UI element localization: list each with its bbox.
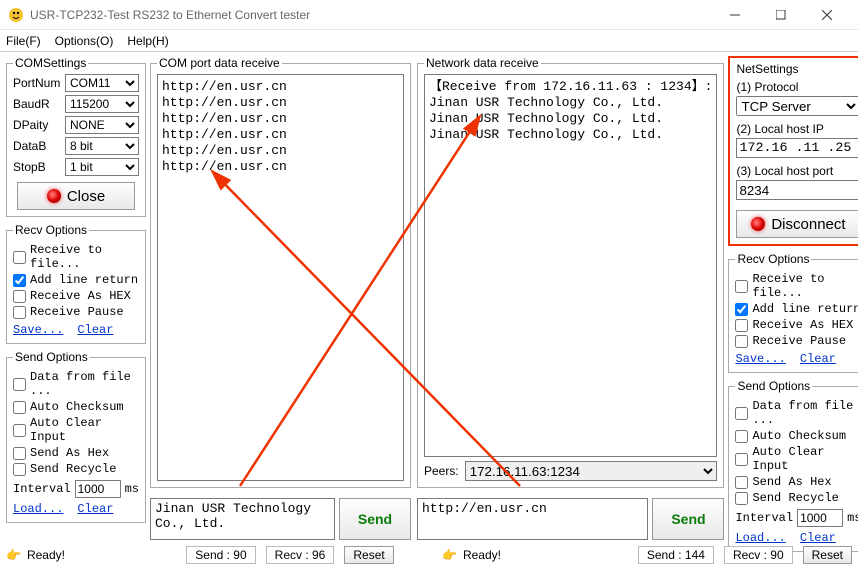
net-reset-button[interactable]: Reset — [803, 546, 852, 564]
recv-save-left[interactable]: Save... — [13, 323, 63, 337]
protocol-select[interactable]: TCP Server — [736, 96, 858, 116]
portnum-select[interactable]: COM11 — [65, 74, 139, 92]
com-settings-legend: COMSettings — [13, 56, 88, 70]
send-clear-right[interactable]: Clear — [800, 531, 836, 545]
datab-label: DataB — [13, 139, 61, 153]
hand-icon: 👉 — [442, 548, 457, 562]
datab-select[interactable]: 8 bit — [65, 137, 139, 155]
com-data-group: COM port data receive http://en.usr.cn h… — [150, 56, 411, 488]
auto-clear-input-left[interactable] — [13, 424, 26, 437]
maximize-button[interactable] — [758, 0, 804, 30]
send-load-left[interactable]: Load... — [13, 502, 63, 516]
disconnect-button[interactable]: Disconnect — [736, 210, 858, 238]
stopb-label: StopB — [13, 160, 61, 174]
hand-icon: 👉 — [6, 548, 21, 562]
peers-select[interactable]: 172.16.11.63:1234 — [465, 461, 718, 481]
baud-select[interactable]: 115200 — [65, 95, 139, 113]
send-options-group-right: Send Options Data from file ... Auto Che… — [728, 379, 858, 552]
net-data-legend: Network data receive — [424, 56, 541, 70]
titlebar: USR-TCP232-Test RS232 to Ethernet Conver… — [0, 0, 858, 30]
led-icon — [751, 217, 765, 231]
auto-clear-input-right[interactable] — [735, 453, 748, 466]
ready-right: Ready! — [463, 548, 501, 562]
recv-options-legend-right: Recv Options — [735, 252, 811, 266]
localport-label: (3) Local host port — [736, 164, 858, 178]
send-options-group-left: Send Options Data from file ... Auto Che… — [6, 350, 146, 523]
auto-checksum-left[interactable] — [13, 401, 26, 414]
send-options-legend-left: Send Options — [13, 350, 90, 364]
net-settings-group: NetSettings (1) Protocol TCP Server (2) … — [728, 56, 858, 246]
interval-input-left[interactable] — [75, 480, 121, 498]
baud-label: BaudR — [13, 97, 61, 111]
recv-as-hex-right[interactable] — [735, 319, 748, 332]
recv-pause-left[interactable] — [13, 306, 26, 319]
ready-left: Ready! — [27, 548, 65, 562]
send-clear-left[interactable]: Clear — [77, 502, 113, 516]
send-recycle-right[interactable] — [735, 492, 748, 505]
localip-label: (2) Local host IP — [736, 122, 858, 136]
menubar: File(F) Options(O) Help(H) — [0, 30, 858, 52]
recv-options-group-left: Recv Options Receive to file... Add line… — [6, 223, 146, 344]
send-options-legend-right: Send Options — [735, 379, 812, 393]
menu-help[interactable]: Help(H) — [127, 34, 168, 48]
parity-label: DPaity — [13, 118, 61, 132]
send-as-hex-right[interactable] — [735, 476, 748, 489]
led-icon — [47, 189, 61, 203]
data-from-file-right[interactable] — [735, 407, 748, 420]
net-data-area[interactable]: 【Receive from 172.16.11.63 : 1234】: Jina… — [424, 74, 717, 457]
send-as-hex-left[interactable] — [13, 447, 26, 460]
net-send-stat: Send : 144 — [638, 546, 714, 564]
protocol-label: (1) Protocol — [736, 80, 858, 94]
net-send-input[interactable] — [417, 498, 648, 540]
add-line-return-left[interactable] — [13, 274, 26, 287]
com-send-button[interactable]: Send — [339, 498, 411, 540]
stopb-select[interactable]: 1 bit — [65, 158, 139, 176]
recv-save-right[interactable]: Save... — [735, 352, 785, 366]
menu-options[interactable]: Options(O) — [55, 34, 114, 48]
recv-to-file-right[interactable] — [735, 280, 748, 293]
app-icon — [8, 7, 24, 23]
recv-options-legend-left: Recv Options — [13, 223, 89, 237]
com-data-area[interactable]: http://en.usr.cn http://en.usr.cn http:/… — [157, 74, 404, 481]
com-send-input[interactable] — [150, 498, 335, 540]
window-title: USR-TCP232-Test RS232 to Ethernet Conver… — [30, 8, 712, 22]
send-load-right[interactable]: Load... — [735, 531, 785, 545]
com-reset-button[interactable]: Reset — [344, 546, 393, 564]
parity-select[interactable]: NONE — [65, 116, 139, 134]
minimize-button[interactable] — [712, 0, 758, 30]
recv-clear-left[interactable]: Clear — [77, 323, 113, 337]
add-line-return-right[interactable] — [735, 303, 748, 316]
send-recycle-left[interactable] — [13, 463, 26, 476]
recv-pause-right[interactable] — [735, 335, 748, 348]
recv-options-group-right: Recv Options Receive to file... Add line… — [728, 252, 858, 373]
com-close-button[interactable]: Close — [17, 182, 135, 210]
com-recv-stat: Recv : 96 — [266, 546, 335, 564]
com-send-stat: Send : 90 — [186, 546, 255, 564]
menu-file[interactable]: File(F) — [6, 34, 41, 48]
status-bar: 👉 Ready! Send : 90 Recv : 96 Reset 👉 Ready… — [0, 544, 858, 566]
localip-input[interactable] — [736, 138, 858, 158]
com-settings-group: COMSettings PortNum COM11 BaudR 115200 DPa… — [6, 56, 146, 217]
net-settings-legend: NetSettings — [736, 62, 858, 76]
portnum-label: PortNum — [13, 76, 61, 90]
peers-label: Peers: — [424, 464, 459, 478]
close-button[interactable] — [804, 0, 850, 30]
net-send-button[interactable]: Send — [652, 498, 724, 540]
localport-input[interactable] — [736, 180, 858, 200]
interval-input-right[interactable] — [797, 509, 843, 527]
recv-clear-right[interactable]: Clear — [800, 352, 836, 366]
recv-to-file-left[interactable] — [13, 251, 26, 264]
net-data-group: Network data receive 【Receive from 172.1… — [417, 56, 724, 488]
auto-checksum-right[interactable] — [735, 430, 748, 443]
data-from-file-left[interactable] — [13, 378, 26, 391]
net-recv-stat: Recv : 90 — [724, 546, 793, 564]
com-data-legend: COM port data receive — [157, 56, 282, 70]
recv-as-hex-left[interactable] — [13, 290, 26, 303]
